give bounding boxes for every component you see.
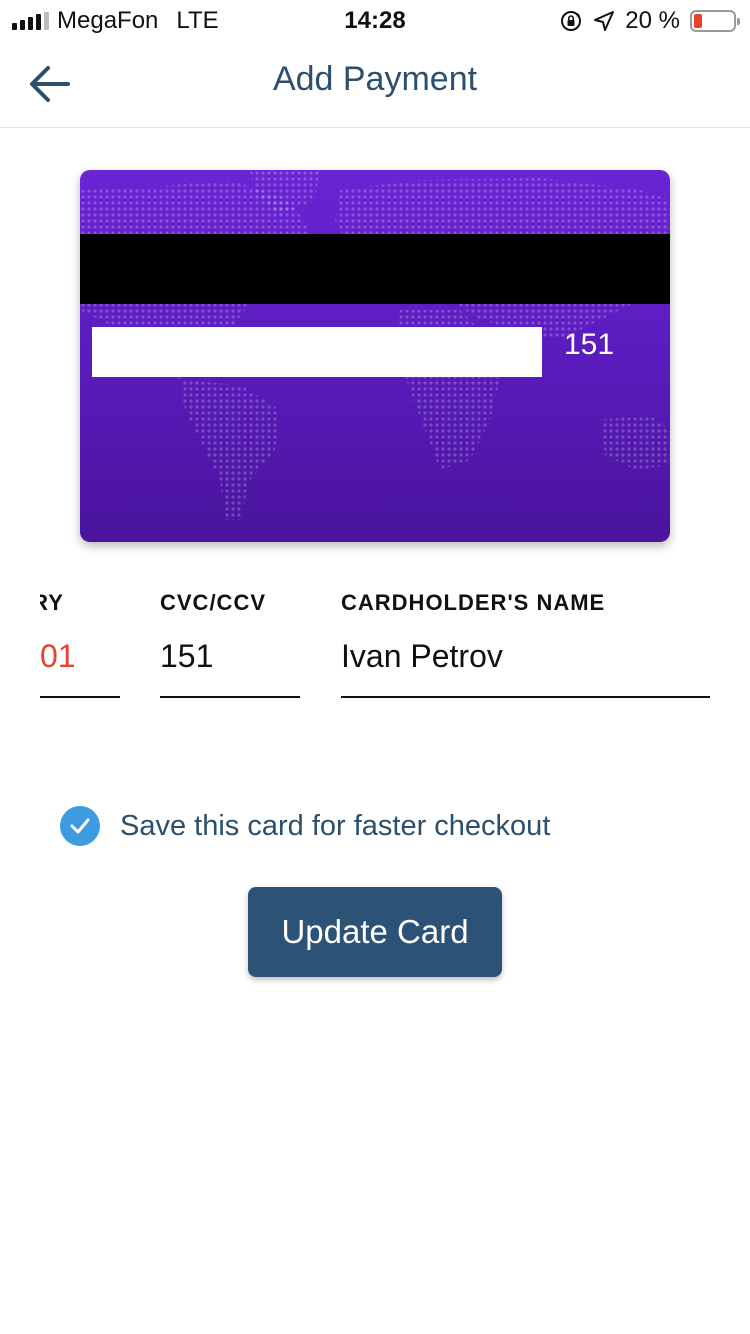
expiry-label: EXPIRY (40, 590, 64, 615)
cvc-underline (160, 696, 300, 698)
expiry-field-viewport: EXPIRY 01 (40, 590, 120, 700)
signature-strip (92, 327, 542, 377)
cvc-label: CVC/CCV (160, 590, 267, 615)
save-card-checkbox[interactable]: Save this card for faster checkout (60, 806, 550, 846)
location-arrow-icon (594, 11, 615, 31)
expiry-underline (40, 696, 120, 698)
cardholder-name-input[interactable]: Ivan Petrov (341, 638, 503, 675)
battery-percent: 20 % (625, 7, 680, 34)
cvc-field[interactable]: CVC/CCV 151 (160, 590, 300, 698)
cardholder-name-field[interactable]: CARDHOLDER'S NAME Ivan Petrov (341, 590, 710, 698)
save-card-label: Save this card for faster checkout (120, 809, 551, 842)
rotation-lock-icon (561, 11, 582, 31)
status-right: 20 % (559, 7, 740, 35)
cardholder-name-label: CARDHOLDER'S NAME (341, 590, 606, 615)
nav-bar: Add Payment (0, 40, 750, 128)
cvc-input[interactable]: 151 (160, 638, 213, 675)
card-preview: 151 (80, 170, 670, 542)
cardholder-name-underline (341, 696, 710, 698)
status-bar: MegaFon LTE 14:28 20 % (0, 0, 750, 40)
expiry-field[interactable]: EXPIRY 01 (40, 590, 120, 700)
battery-fill (694, 14, 702, 28)
page-title: Add Payment (272, 60, 478, 98)
expiry-input[interactable]: 01 (40, 638, 76, 675)
magnetic-stripe (80, 234, 670, 304)
checkmark-icon[interactable] (60, 806, 100, 846)
card-cvc-display: 151 (564, 328, 615, 361)
update-card-button[interactable]: Update Card (248, 887, 502, 977)
battery-icon (690, 10, 740, 32)
